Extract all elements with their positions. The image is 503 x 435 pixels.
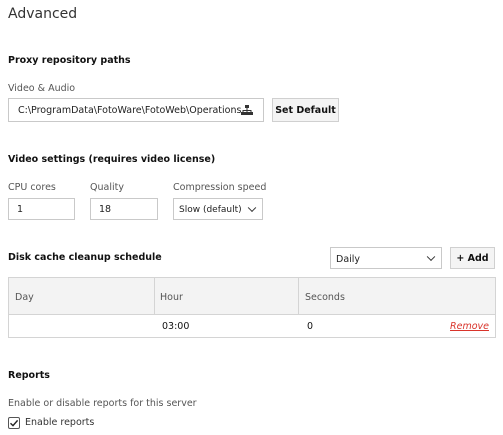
cleanup-section-heading: Disk cache cleanup schedule [8,252,162,263]
proxy-section-heading: Proxy repository paths [8,55,131,66]
sitemap-icon[interactable] [241,105,253,116]
table-row: 03:00 0 Remove [9,316,495,337]
column-header-hour: Hour [160,292,183,303]
chevron-down-icon [426,252,436,262]
schedule-table-header: Day Hour Seconds [9,278,495,315]
schedule-table: Day Hour Seconds 03:00 0 Remove [8,277,496,338]
video-audio-label: Video & Audio [8,83,76,94]
set-default-button[interactable]: Set Default [272,98,339,122]
cpu-cores-input[interactable]: 1 [8,198,75,220]
column-header-seconds: Seconds [305,292,345,303]
compression-speed-select[interactable]: Slow (default) [173,198,263,220]
compression-speed-label: Compression speed [173,182,267,193]
video-audio-path-field[interactable]: C:\ProgramData\FotoWare\FotoWeb\Operatio… [8,98,264,122]
video-section-heading: Video settings (requires video license) [8,154,216,165]
compression-speed-value: Slow (default) [179,205,242,215]
quality-label: Quality [90,182,124,193]
column-header-day: Day [15,292,34,303]
cleanup-frequency-value: Daily [336,254,361,265]
quality-input[interactable]: 18 [90,198,158,220]
enable-reports-label[interactable]: Enable reports [25,417,94,428]
quality-value: 18 [99,204,112,215]
row-seconds: 0 [307,321,314,332]
cleanup-frequency-select[interactable]: Daily [330,247,442,269]
column-divider [298,278,299,315]
cpu-cores-value: 1 [17,204,24,215]
video-audio-path-value: C:\ProgramData\FotoWare\FotoWeb\Operatio… [18,105,242,116]
reports-description: Enable or disable reports for this serve… [8,398,197,409]
reports-section-heading: Reports [8,370,50,381]
column-divider [154,278,155,315]
add-schedule-button[interactable]: + Add [450,247,495,269]
cpu-cores-label: CPU cores [8,182,56,193]
remove-row-link[interactable]: Remove [450,321,489,332]
page-title: Advanced [8,6,78,22]
enable-reports-checkbox[interactable] [8,417,20,429]
chevron-down-icon [247,203,257,213]
checkmark-icon [10,419,19,427]
row-hour: 03:00 [162,321,190,332]
